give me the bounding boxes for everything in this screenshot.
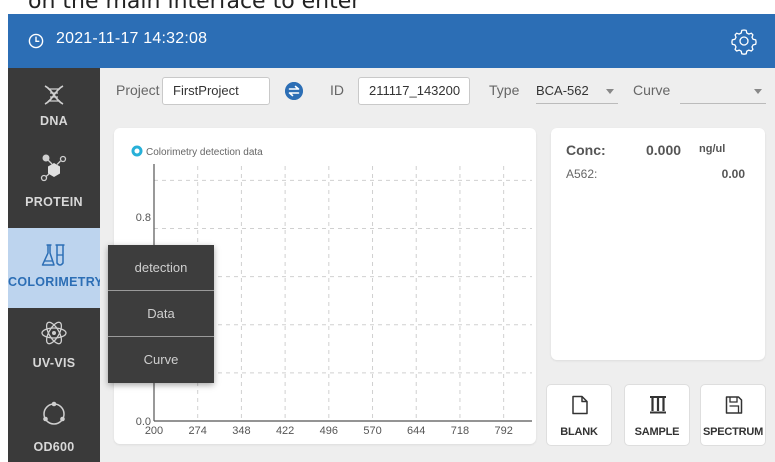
atom-icon xyxy=(41,321,67,345)
sidebar-item-protein[interactable]: PROTEIN xyxy=(8,148,100,228)
sidebar-item-label: UV-VIS xyxy=(32,356,76,370)
sidebar-item-label: DNA xyxy=(40,114,68,128)
document-icon xyxy=(572,395,588,415)
id-label: ID xyxy=(330,82,344,98)
x-tick-label: 348 xyxy=(232,425,250,437)
sidebar-item-uv-vis[interactable]: UV-VIS xyxy=(8,308,100,388)
sidebar-item-od600[interactable]: OD600 xyxy=(8,388,100,462)
blank-label: BLANK xyxy=(560,426,598,438)
datetime-display: 2021-11-17 14:32:08 xyxy=(56,30,208,47)
spectrum-label: SPECTRUM xyxy=(702,426,764,438)
chevron-down-icon xyxy=(606,89,614,94)
test-tubes-icon xyxy=(650,396,666,414)
menu-item-curve[interactable]: Curve xyxy=(108,337,214,383)
type-value: BCA-562 xyxy=(536,83,589,98)
legend-label: Colorimetry detection data xyxy=(146,147,263,158)
cell-icon xyxy=(43,401,65,425)
curve-dropdown[interactable] xyxy=(680,78,766,104)
legend-marker xyxy=(131,145,143,157)
clock-icon xyxy=(28,33,44,49)
x-tick-label: 496 xyxy=(320,425,338,437)
type-dropdown[interactable]: BCA-562 xyxy=(536,78,618,104)
gear-icon[interactable] xyxy=(729,26,759,56)
id-field[interactable]: 211117_143200 xyxy=(358,77,470,105)
caption-text: on the main interface to enter xyxy=(28,0,361,14)
sample-label: SAMPLE xyxy=(634,426,680,438)
conc-value: 0.000 xyxy=(646,142,682,158)
sidebar-item-label: OD600 xyxy=(33,440,75,454)
sidebar-item-dna[interactable]: DNA xyxy=(8,68,100,148)
x-tick-label: 792 xyxy=(494,425,512,437)
x-tick-label: 644 xyxy=(407,425,425,437)
type-label: Type xyxy=(489,82,520,98)
project-field[interactable]: FirstProject xyxy=(162,77,270,105)
x-tick-label: 422 xyxy=(276,425,294,437)
y-tick-label: 0.0 xyxy=(136,416,151,428)
sidebar-item-colorimetry[interactable]: COLORIMETRY xyxy=(8,228,104,308)
sidebar-item-label: COLORIMETRY xyxy=(8,275,104,289)
menu-item-detection[interactable]: detection xyxy=(108,245,214,291)
dna-icon xyxy=(44,85,64,105)
x-tick-label: 274 xyxy=(189,425,207,437)
sidebar-nav: DNA PROTEIN COLORIMETRY UV-VIS OD600 xyxy=(8,68,104,462)
swap-icon[interactable] xyxy=(285,82,303,100)
blank-button[interactable]: BLANK xyxy=(546,384,612,446)
colorimetry-popup-menu: detection Data Curve xyxy=(108,245,214,383)
chevron-down-icon xyxy=(754,89,762,94)
save-icon xyxy=(725,396,743,414)
sidebar-item-label: PROTEIN xyxy=(25,195,83,209)
result-card: Conc: 0.000 ng/ul A562: 0.00 xyxy=(551,128,765,360)
absorbance-value: 0.00 xyxy=(721,167,745,181)
flask-icon xyxy=(41,244,65,266)
conc-label: Conc: xyxy=(566,142,606,158)
absorbance-label: A562: xyxy=(566,167,598,181)
conc-unit: ng/ul xyxy=(699,143,726,155)
x-tick-label: 570 xyxy=(363,425,381,437)
menu-item-data[interactable]: Data xyxy=(108,291,214,337)
curve-label: Curve xyxy=(633,82,671,98)
spectrum-button[interactable]: SPECTRUM xyxy=(700,384,766,446)
top-bar: 2021-11-17 14:32:08 xyxy=(8,14,775,68)
caption-strip: on the main interface to enter xyxy=(0,0,775,14)
project-label: Project xyxy=(116,82,160,98)
protein-icon xyxy=(40,154,67,182)
app-root: on the main interface to enter 2021-11-1… xyxy=(0,0,775,462)
y-tick-label: 0.8 xyxy=(136,212,151,224)
x-tick-label: 718 xyxy=(451,425,469,437)
sample-button[interactable]: SAMPLE xyxy=(624,384,690,446)
